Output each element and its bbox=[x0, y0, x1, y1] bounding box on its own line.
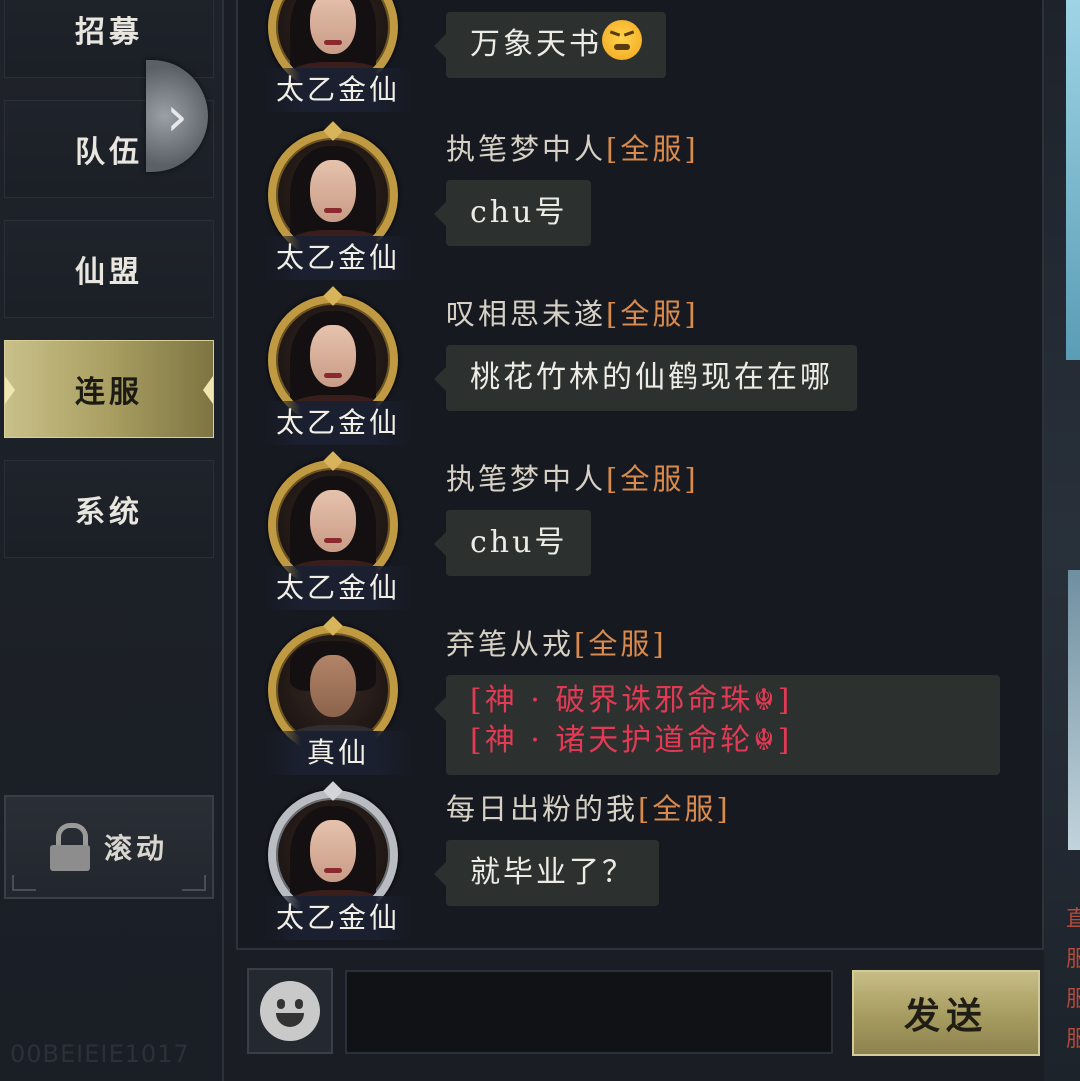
chat-message: 太乙金仙 执笔梦中人[全服] chu号 bbox=[238, 451, 1038, 618]
server-tag: [全服] bbox=[638, 792, 731, 826]
active-indicator-right bbox=[203, 376, 213, 404]
message-text: chu号 bbox=[470, 195, 568, 230]
frame-corner-right bbox=[182, 875, 206, 891]
huffing-face-emoji-icon bbox=[602, 20, 642, 60]
sender-name[interactable]: 叹相思未遂[全服] bbox=[446, 291, 699, 333]
rank-title: 太乙金仙 bbox=[264, 896, 412, 940]
message-bubble[interactable]: 就毕业了？ bbox=[434, 840, 659, 906]
scroll-lock-label: 滚动 bbox=[103, 832, 168, 865]
rank-title: 太乙金仙 bbox=[264, 566, 412, 610]
tab-label: 仙盟 bbox=[75, 255, 143, 290]
active-indicator-left bbox=[5, 376, 15, 404]
chat-message: 太乙金仙 叹相思未遂[全服] 桃花竹林的仙鹤现在在哪 bbox=[238, 286, 1038, 453]
avatar[interactable]: 太乙金仙 bbox=[264, 0, 416, 112]
avatar[interactable]: 太乙金仙 bbox=[264, 781, 416, 940]
avatar[interactable]: 真仙 bbox=[264, 616, 416, 775]
sender-name[interactable]: 每日出粉的我[全服] bbox=[446, 786, 731, 828]
sender-name[interactable]: 执笔梦中人[全服] bbox=[446, 456, 699, 498]
message-text: 就毕业了？ bbox=[470, 855, 635, 890]
chat-message: 太乙金仙 万象天书 bbox=[238, 0, 1038, 120]
message-bubble[interactable]: chu号 bbox=[433, 180, 592, 246]
chevron-right-icon: › bbox=[166, 84, 188, 148]
server-tag: [全服] bbox=[606, 297, 699, 331]
item-link[interactable]: [神 · 破界诛邪命珠☬] bbox=[470, 681, 976, 721]
chat-message: 太乙金仙 执笔梦中人[全服] chu号 bbox=[238, 121, 1038, 288]
background-scene-edge: 直 服 服 服 bbox=[1044, 0, 1080, 1081]
chat-message: 太乙金仙 每日出粉的我[全服] 就毕业了？ bbox=[238, 781, 1038, 948]
sender-name[interactable]: 执笔梦中人[全服] bbox=[446, 126, 699, 168]
chat-input[interactable] bbox=[345, 970, 833, 1054]
emoji-button[interactable] bbox=[247, 968, 333, 1054]
rank-title: 太乙金仙 bbox=[264, 401, 412, 445]
chat-message: 真仙 弃笔从戎[全服] [神 · 破界诛邪命珠☬] [神 · 诸天护道命轮☬] bbox=[238, 616, 1038, 783]
tab-system[interactable]: 系统 bbox=[4, 460, 214, 558]
sender-name[interactable]: 弃笔从戎[全服] bbox=[446, 621, 667, 663]
send-button[interactable]: 发送 bbox=[852, 970, 1040, 1056]
lock-icon bbox=[49, 823, 90, 871]
avatar[interactable]: 太乙金仙 bbox=[264, 121, 416, 280]
tab-label: 系统 bbox=[75, 495, 143, 530]
message-text: 万象天书 bbox=[470, 27, 602, 62]
tab-guild[interactable]: 仙盟 bbox=[4, 220, 214, 318]
message-bubble[interactable]: chu号 bbox=[433, 510, 592, 576]
avatar[interactable]: 太乙金仙 bbox=[264, 451, 416, 610]
channel-sidebar: 招募 队伍 仙盟 连服 系统 › 滚动 00BEIEIE1017 bbox=[0, 0, 224, 1081]
tab-recruit[interactable]: 招募 bbox=[4, 0, 214, 78]
background-side-text: 直 服 服 服 bbox=[1066, 907, 1080, 1052]
chat-message-list[interactable]: 太乙金仙 万象天书 太乙金仙 执笔梦中人[全服] chu号 太乙金仙 叹相思未遂… bbox=[236, 0, 1044, 950]
smiley-face-icon bbox=[260, 981, 320, 1041]
rank-title: 太乙金仙 bbox=[264, 68, 412, 112]
message-bubble[interactable]: 桃花竹林的仙鹤现在在哪 bbox=[434, 345, 857, 411]
send-button-label: 发送 bbox=[903, 995, 988, 1037]
message-text: 桃花竹林的仙鹤现在在哪 bbox=[470, 360, 833, 395]
rank-title: 真仙 bbox=[264, 731, 412, 775]
tab-label: 连服 bbox=[75, 375, 143, 410]
server-tag: [全服] bbox=[606, 132, 699, 166]
tab-cross-server[interactable]: 连服 bbox=[4, 340, 214, 438]
message-text: chu号 bbox=[470, 525, 568, 560]
item-link[interactable]: [神 · 诸天护道命轮☬] bbox=[470, 721, 976, 761]
rank-title: 太乙金仙 bbox=[264, 236, 412, 280]
tab-label: 招募 bbox=[75, 15, 143, 50]
server-tag: [全服] bbox=[574, 627, 667, 661]
frame-corner-left bbox=[12, 875, 36, 891]
server-tag: [全服] bbox=[606, 462, 699, 496]
tab-label: 队伍 bbox=[75, 135, 143, 170]
avatar[interactable]: 太乙金仙 bbox=[264, 286, 416, 445]
watermark-text: 00BEIEIE1017 bbox=[10, 1040, 190, 1068]
message-bubble[interactable]: 万象天书 bbox=[434, 12, 666, 78]
message-bubble[interactable]: [神 · 破界诛邪命珠☬] [神 · 诸天护道命轮☬] bbox=[434, 675, 1000, 775]
scroll-lock-button[interactable]: 滚动 bbox=[4, 795, 214, 899]
